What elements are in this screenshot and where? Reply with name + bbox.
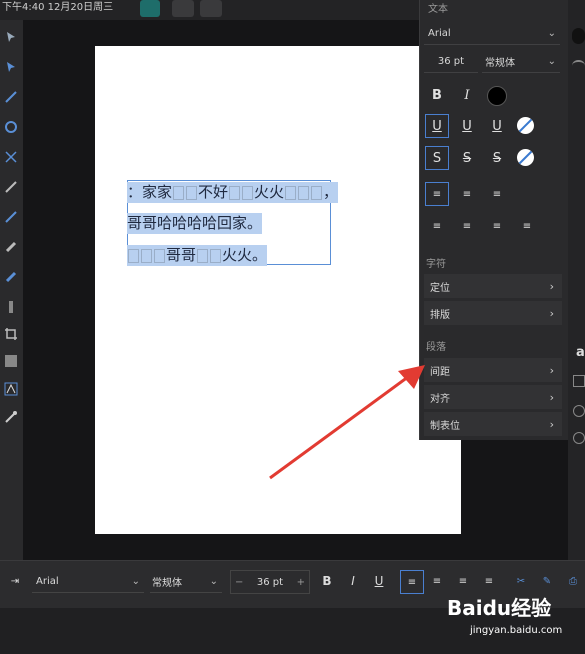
strikethrough-toggle-button[interactable]: S bbox=[425, 146, 449, 170]
artistic-text-tool-icon[interactable] bbox=[2, 380, 20, 398]
stroke-icon[interactable] bbox=[572, 60, 585, 72]
bottom-align-right-button[interactable]: ≡ bbox=[452, 570, 474, 592]
font-size-field[interactable]: 36 pt bbox=[424, 50, 478, 73]
bottom-style-select[interactable]: 常规体 ⌄ bbox=[150, 570, 222, 593]
brush-tool-icon[interactable] bbox=[2, 208, 20, 226]
justify-left-button[interactable]: ≡ bbox=[426, 215, 448, 237]
rectangle-tool-icon[interactable] bbox=[2, 352, 20, 370]
justify-all-button[interactable]: ≡ bbox=[516, 215, 538, 237]
row-alignment[interactable]: 对齐 › bbox=[424, 385, 562, 409]
justify-right-button[interactable]: ≡ bbox=[486, 215, 508, 237]
align-left-button[interactable]: ≡ bbox=[425, 182, 449, 206]
transform-tool-icon[interactable] bbox=[2, 148, 20, 166]
align-right-button[interactable]: ≡ bbox=[486, 183, 508, 205]
status-time: 下午4:40 12月20日周三 bbox=[2, 2, 114, 13]
bottom-align-left-button[interactable]: ≡ bbox=[400, 570, 424, 594]
chevron-down-icon: ⌄ bbox=[547, 27, 556, 39]
justify-center-button[interactable]: ≡ bbox=[456, 215, 478, 237]
grid-icon[interactable] bbox=[172, 0, 194, 17]
cut-icon[interactable]: ✂ bbox=[510, 570, 532, 592]
text-line-1[interactable]: ：家家 不好 火火， bbox=[127, 182, 339, 203]
persona-icon[interactable] bbox=[140, 0, 160, 17]
navigator-icon[interactable] bbox=[573, 405, 585, 417]
underline-style-button[interactable]: U bbox=[486, 115, 508, 137]
baidu-watermark-url: jingyan.baidu.com bbox=[470, 625, 563, 636]
font-family-select[interactable]: Arial ⌄ bbox=[424, 22, 560, 45]
bottom-justify-button[interactable]: ≡ bbox=[478, 570, 500, 592]
text-line-3[interactable]: 哥哥 火火。 bbox=[127, 245, 268, 266]
export-icon[interactable] bbox=[200, 0, 222, 17]
color-swatch-icon[interactable] bbox=[572, 28, 585, 44]
double-underline-button[interactable]: U bbox=[456, 115, 478, 137]
strikethrough-style-button[interactable]: S bbox=[486, 147, 508, 169]
bottom-font-select[interactable]: Arial ⌄ bbox=[32, 570, 144, 593]
align-center-button[interactable]: ≡ bbox=[456, 183, 478, 205]
bold-button[interactable]: B bbox=[426, 84, 448, 106]
gradient-tool-icon[interactable] bbox=[2, 268, 20, 286]
history-icon[interactable] bbox=[573, 432, 585, 444]
bottom-align-center-button[interactable]: ≡ bbox=[426, 570, 448, 592]
annotation-arrow bbox=[269, 365, 425, 480]
pencil-tool-icon[interactable] bbox=[2, 178, 20, 196]
bottom-bold-button[interactable]: B bbox=[316, 570, 338, 592]
panel-title: 文本 bbox=[428, 4, 448, 15]
row-spacing[interactable]: 间距 › bbox=[424, 358, 562, 382]
italic-button[interactable]: I bbox=[456, 84, 478, 106]
chevron-right-icon: › bbox=[549, 363, 554, 377]
text-color-swatch[interactable] bbox=[487, 86, 507, 106]
right-studio-strip bbox=[568, 20, 585, 560]
baidu-watermark-logo: Baidu经验 bbox=[447, 596, 552, 620]
row-position[interactable]: 定位 › bbox=[424, 274, 562, 298]
chevron-down-icon: ⌄ bbox=[131, 575, 140, 587]
section-character: 字符 bbox=[426, 259, 446, 270]
crop-tool-icon[interactable] bbox=[2, 325, 20, 343]
layers-icon[interactable] bbox=[573, 375, 585, 387]
bottom-underline-button[interactable]: U bbox=[368, 570, 390, 592]
fill-tool-icon[interactable] bbox=[2, 238, 20, 256]
text-style-icon[interactable]: a bbox=[576, 345, 585, 360]
color-picker-icon[interactable] bbox=[2, 408, 20, 426]
font-style-select[interactable]: 常规体 ⌄ bbox=[482, 50, 560, 73]
row-tab-stops[interactable]: 制表位 › bbox=[424, 412, 562, 436]
chevron-down-icon: ⌄ bbox=[547, 55, 556, 67]
bottom-size-stepper[interactable]: −36 pt + bbox=[230, 570, 310, 594]
row-typography[interactable]: 排版 › bbox=[424, 301, 562, 325]
pen-tool-icon[interactable] bbox=[2, 88, 20, 106]
node-tool-icon[interactable] bbox=[2, 58, 20, 76]
chevron-right-icon: › bbox=[549, 390, 554, 404]
underline-button[interactable]: U bbox=[425, 114, 449, 138]
strikethrough-color-swatch[interactable] bbox=[517, 149, 534, 166]
section-paragraph: 段落 bbox=[426, 342, 446, 353]
move-tool-icon[interactable] bbox=[2, 28, 20, 46]
edit-icon[interactable]: ✎ bbox=[536, 570, 558, 592]
underline-color-swatch[interactable] bbox=[517, 117, 534, 134]
bottom-italic-button[interactable]: I bbox=[342, 570, 364, 592]
chevron-down-icon: ⌄ bbox=[209, 575, 218, 587]
strikethrough-button[interactable]: S bbox=[456, 147, 478, 169]
text-flow-icon[interactable]: ⇥ bbox=[4, 570, 26, 592]
transparency-tool-icon[interactable] bbox=[2, 298, 20, 316]
chevron-right-icon: › bbox=[549, 417, 554, 431]
insert-icon[interactable]: ⎙ bbox=[562, 570, 584, 592]
corner-tool-icon[interactable] bbox=[2, 118, 20, 136]
chevron-right-icon: › bbox=[549, 306, 554, 320]
text-line-2[interactable]: 哥哥哈哈哈哈回家。 bbox=[127, 213, 263, 234]
chevron-right-icon: › bbox=[549, 279, 554, 293]
